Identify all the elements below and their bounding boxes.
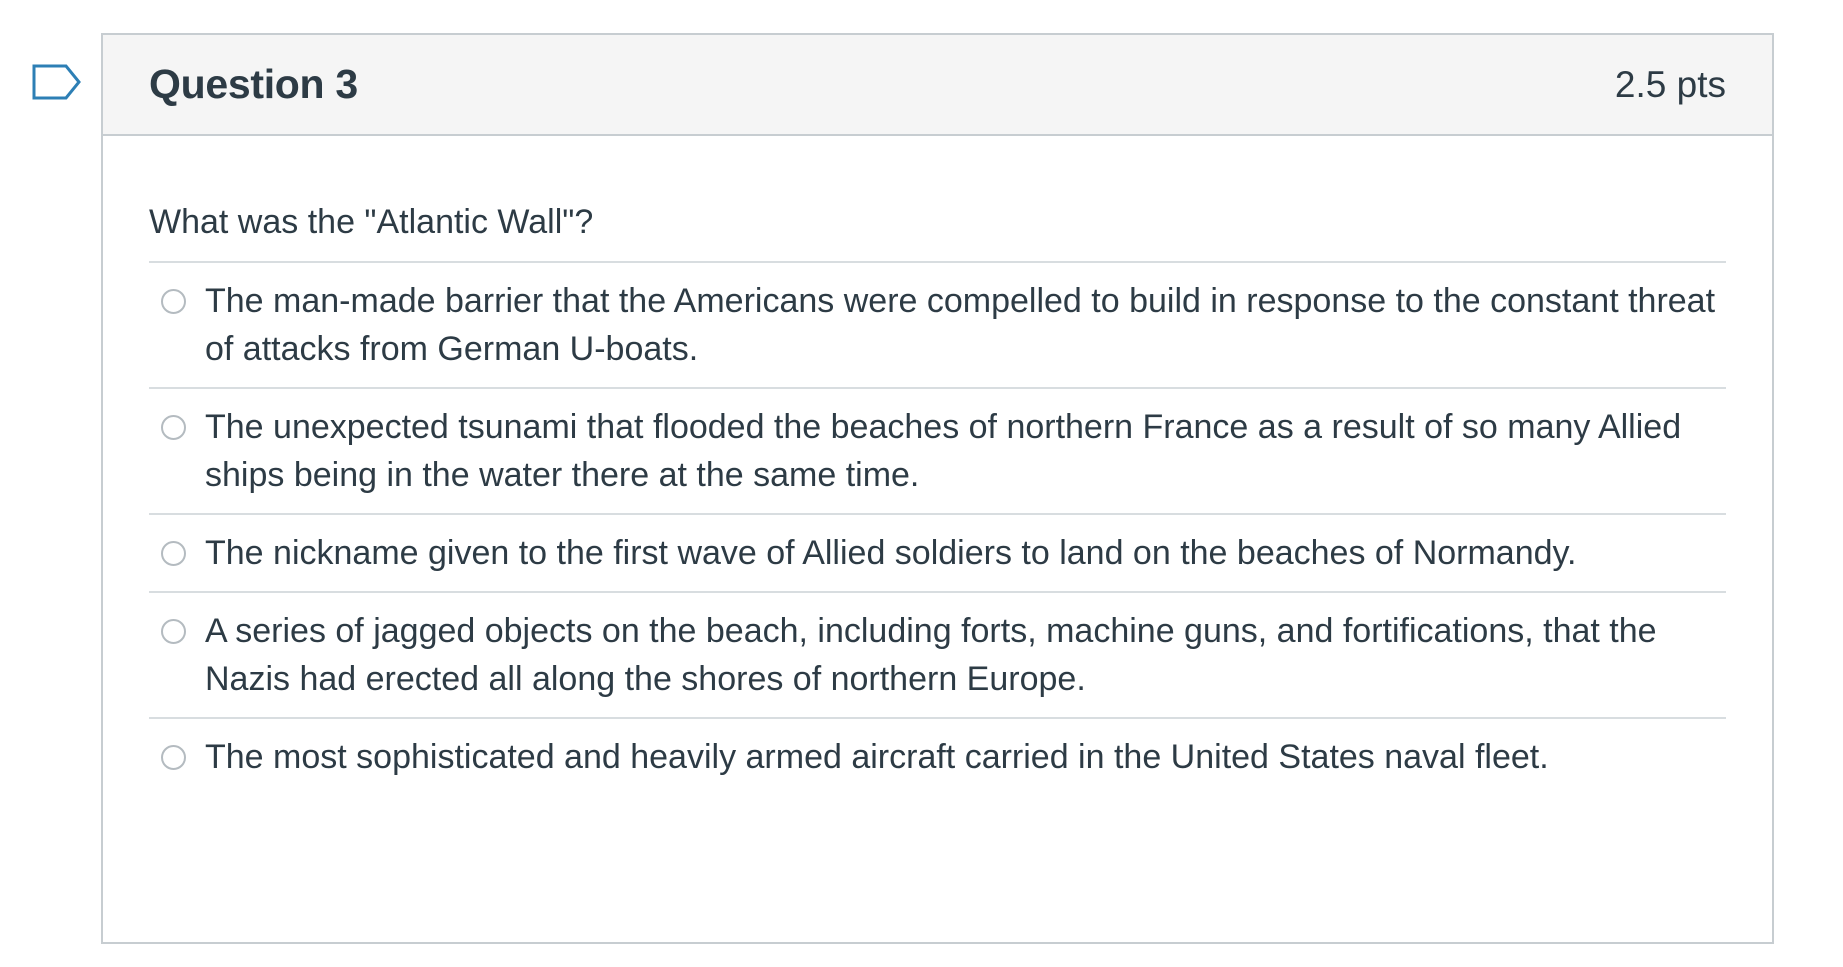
answer-option[interactable]: The unexpected tsunami that flooded the … — [149, 389, 1726, 515]
question-header: Question 3 2.5 pts — [103, 35, 1772, 136]
answer-label[interactable]: The unexpected tsunami that flooded the … — [205, 403, 1726, 499]
answer-label[interactable]: A series of jagged objects on the beach,… — [205, 607, 1726, 703]
answer-label[interactable]: The man-made barrier that the Americans … — [205, 277, 1726, 373]
answer-option[interactable]: A series of jagged objects on the beach,… — [149, 593, 1726, 719]
question-title: Question 3 — [149, 61, 358, 107]
answer-option[interactable]: The man-made barrier that the Americans … — [149, 263, 1726, 389]
radio-button[interactable] — [161, 289, 186, 314]
flag-question-icon[interactable] — [32, 64, 82, 104]
answer-option[interactable]: The most sophisticated and heavily armed… — [149, 719, 1726, 795]
radio-button[interactable] — [161, 619, 186, 644]
radio-button[interactable] — [161, 415, 186, 440]
question-card: Question 3 2.5 pts What was the "Atlanti… — [101, 33, 1774, 944]
radio-button[interactable] — [161, 745, 186, 770]
answer-option[interactable]: The nickname given to the first wave of … — [149, 515, 1726, 593]
radio-button[interactable] — [161, 541, 186, 566]
answer-list: The man-made barrier that the Americans … — [149, 263, 1726, 795]
question-body: What was the "Atlantic Wall"? The man-ma… — [103, 136, 1772, 795]
question-text: What was the "Atlantic Wall"? — [149, 136, 1726, 263]
answer-label[interactable]: The most sophisticated and heavily armed… — [205, 733, 1549, 781]
question-points: 2.5 pts — [1614, 63, 1726, 105]
answer-label[interactable]: The nickname given to the first wave of … — [205, 529, 1576, 577]
